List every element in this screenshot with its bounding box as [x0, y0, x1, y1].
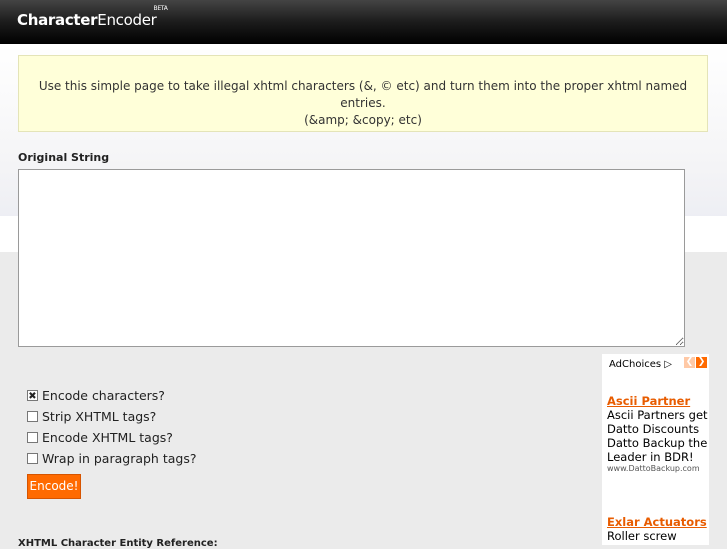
- ad-next-icon[interactable]: ❯: [696, 357, 707, 368]
- intro-text-line1: Use this simple page to take illegal xht…: [38, 79, 688, 110]
- checkbox-wrap-paragraph[interactable]: [27, 453, 38, 464]
- option-label: Encode XHTML tags?: [42, 430, 173, 445]
- ad-title[interactable]: Ascii Partner: [607, 394, 690, 408]
- checkbox-encode-characters[interactable]: ✖: [27, 390, 38, 402]
- site-logo[interactable]: CharacterEncoderBETA: [17, 5, 168, 29]
- logo-regular: Encoder: [97, 11, 157, 29]
- option-label: Wrap in paragraph tags?: [42, 451, 197, 466]
- original-string-input[interactable]: [18, 169, 685, 347]
- ad-nav: ❮ ❯: [683, 357, 707, 368]
- ad-text[interactable]: Roller screw: [607, 529, 709, 543]
- ad-text[interactable]: Ascii Partners get Datto Discounts Datto…: [607, 408, 709, 464]
- entity-reference-heading: XHTML Character Entity Reference:: [18, 538, 218, 549]
- ad-prev-icon[interactable]: ❮: [684, 357, 695, 368]
- option-wrap-paragraph[interactable]: Wrap in paragraph tags?: [27, 451, 196, 466]
- adchoices-link[interactable]: AdChoices ▷: [609, 359, 672, 370]
- adchoices-label: AdChoices: [609, 359, 662, 370]
- ad-title[interactable]: Exlar Actuators: [607, 515, 707, 529]
- intro-text-line2: (&amp; &copy; etc): [304, 113, 422, 127]
- option-encode-characters[interactable]: ✖ Encode characters?: [27, 388, 165, 403]
- adchoices-icon: ▷: [664, 359, 672, 370]
- option-encode-xhtml[interactable]: Encode XHTML tags?: [27, 430, 173, 445]
- header-bar: CharacterEncoderBETA: [0, 0, 727, 44]
- option-label: Encode characters?: [42, 388, 165, 403]
- ad-panel: AdChoices ▷ ❮ ❯ Ascii Partner Ascii Part…: [602, 354, 709, 545]
- ad-url[interactable]: www.DattoBackup.com: [607, 464, 700, 473]
- option-strip-xhtml[interactable]: Strip XHTML tags?: [27, 409, 156, 424]
- logo-bold: Character: [17, 11, 98, 29]
- original-string-label: Original String: [18, 151, 110, 164]
- intro-box: Use this simple page to take illegal xht…: [18, 55, 708, 132]
- beta-badge: BETA: [153, 5, 168, 12]
- encode-button[interactable]: Encode!: [27, 474, 81, 499]
- option-label: Strip XHTML tags?: [42, 409, 157, 424]
- checkbox-strip-xhtml[interactable]: [27, 411, 38, 422]
- checkbox-encode-xhtml[interactable]: [27, 432, 38, 443]
